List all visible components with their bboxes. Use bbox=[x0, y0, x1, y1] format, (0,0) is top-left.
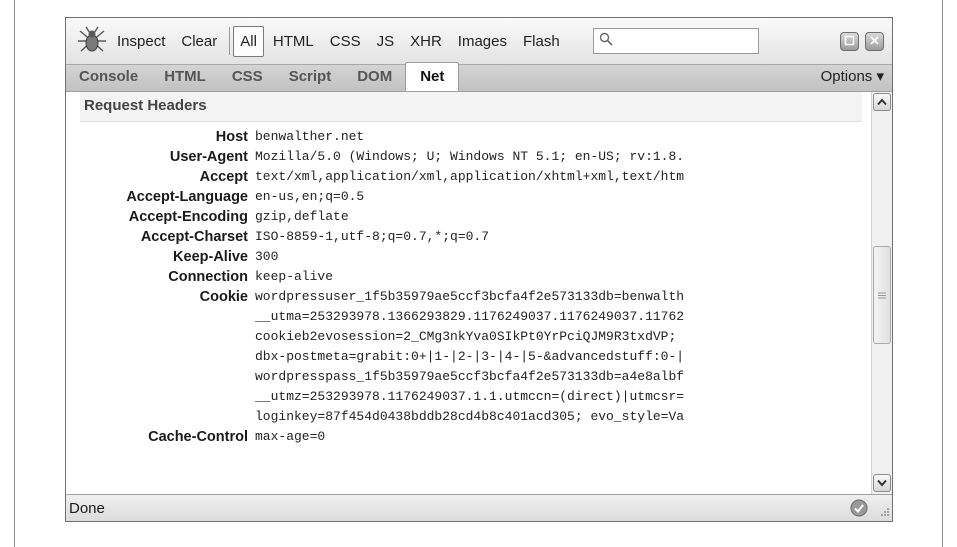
filter-js-button[interactable]: JS bbox=[370, 30, 402, 53]
vertical-scrollbar[interactable] bbox=[871, 92, 892, 494]
header-row: User-Agent Mozilla/5.0 (Windows; U; Windo… bbox=[80, 147, 862, 167]
header-value: ISO-8859-1,utf-8;q=0.7,*;q=0.7 bbox=[255, 229, 490, 244]
header-value: en-us,en;q=0.5 bbox=[255, 189, 365, 204]
header-value: loginkey=87f454d0438bddb28cd4b8c401acd30… bbox=[255, 409, 685, 424]
header-row: loginkey=87f454d0438bddb28cd4b8c401acd30… bbox=[80, 407, 862, 427]
header-row: Cache-Control max-age=0 bbox=[80, 427, 862, 447]
tab-console[interactable]: Console bbox=[66, 68, 151, 91]
header-row: cookieb2evosession=2_CMg3nkYva0SIkPt0YrP… bbox=[80, 327, 862, 347]
header-row: __utmz=253293978.1176249037.1.1.utmccn=(… bbox=[80, 387, 862, 407]
header-value: dbx-postmeta=grabit:0+|1-|2-|3-|4-|5-&ad… bbox=[255, 349, 685, 364]
header-row: Cookie wordpressuser_1f5b35979ae5ccf3bcfa… bbox=[80, 287, 862, 307]
header-name: Accept-Language bbox=[126, 189, 248, 205]
search-input[interactable] bbox=[592, 28, 759, 54]
filter-flash-button[interactable]: Flash bbox=[516, 30, 567, 53]
grip-lines-icon bbox=[878, 286, 886, 304]
headers-list: Host benwalther.net User-Agent Mozilla/5.0 … bbox=[80, 127, 862, 493]
toolbar-separator bbox=[229, 27, 231, 55]
header-row: Accept-Encoding gzip,deflate bbox=[80, 207, 862, 227]
detach-button[interactable] bbox=[840, 31, 859, 51]
header-row: Accept-Charset ISO-8859-1,utf-8;q=0.7,*;q… bbox=[80, 227, 862, 247]
header-row: wordpresspass_1f5b35979ae5ccf3bcfa4f2e57… bbox=[80, 367, 862, 387]
header-name bbox=[80, 407, 255, 427]
header-row: Host benwalther.net bbox=[80, 127, 862, 147]
clear-button[interactable]: Clear bbox=[174, 30, 224, 53]
chevron-up-icon bbox=[877, 93, 887, 111]
firebug-window: Inspect Clear All HTML CSS JS XHR Images… bbox=[65, 17, 893, 522]
header-name bbox=[80, 367, 255, 387]
panel-tabs: Console HTML CSS Script DOM Net Options … bbox=[66, 62, 892, 92]
tab-script[interactable]: Script bbox=[276, 68, 345, 91]
status-text: Done bbox=[69, 499, 105, 517]
filter-xhr-button[interactable]: XHR bbox=[403, 30, 449, 53]
filter-all-button[interactable]: All bbox=[233, 25, 264, 57]
header-name: Host bbox=[215, 129, 248, 145]
header-name bbox=[80, 347, 255, 367]
scroll-thumb[interactable] bbox=[873, 246, 891, 344]
filter-html-button[interactable]: HTML bbox=[266, 30, 321, 53]
toolbar: Inspect Clear All HTML CSS JS XHR Images… bbox=[66, 18, 892, 64]
header-name: User-Agent bbox=[169, 149, 248, 165]
header-row: dbx-postmeta=grabit:0+|1-|2-|3-|4-|5-&ad… bbox=[80, 347, 862, 367]
header-row: __utma=253293978.1366293829.1176249037.1… bbox=[80, 307, 862, 327]
filter-css-button[interactable]: CSS bbox=[323, 30, 368, 53]
header-name bbox=[80, 387, 255, 407]
header-value: benwalther.net bbox=[255, 129, 365, 144]
header-value: keep-alive bbox=[255, 269, 334, 284]
header-row: Keep-Alive 300 bbox=[80, 247, 862, 267]
header-value: Mozilla/5.0 (Windows; U; Windows NT 5.1;… bbox=[255, 149, 685, 164]
header-name: Cache-Control bbox=[148, 429, 248, 445]
header-name: Keep-Alive bbox=[173, 249, 248, 265]
net-panel: Request Headers Host benwalther.net User-A… bbox=[66, 92, 892, 494]
close-button[interactable] bbox=[865, 31, 884, 51]
header-name: Accept-Encoding bbox=[128, 209, 248, 225]
header-name bbox=[80, 327, 255, 347]
header-value: gzip,deflate bbox=[255, 209, 349, 224]
filter-images-button[interactable]: Images bbox=[451, 30, 514, 53]
header-name: Accept-Charset bbox=[140, 229, 248, 245]
header-value: text/xml,application/xml,application/xht… bbox=[255, 169, 685, 184]
header-name bbox=[80, 307, 255, 327]
header-value: __utmz=253293978.1176249037.1.1.utmccn=(… bbox=[255, 389, 685, 404]
header-value: cookieb2evosession=2_CMg3nkYva0SIkPt0YrP… bbox=[255, 329, 677, 344]
header-row: Accept-Language en-us,en;q=0.5 bbox=[80, 187, 862, 207]
header-name: Cookie bbox=[199, 289, 248, 305]
header-value: 300 bbox=[255, 249, 279, 264]
header-row: Connection keep-alive bbox=[80, 267, 862, 287]
options-menu[interactable]: Options ▾ bbox=[821, 67, 892, 91]
chevron-down-icon bbox=[877, 474, 887, 492]
resize-grip-icon[interactable] bbox=[876, 505, 890, 519]
tab-net[interactable]: Net bbox=[405, 62, 460, 91]
header-value: max-age=0 bbox=[255, 429, 326, 444]
header-value: wordpressuser_1f5b35979ae5ccf3bcfa4f2e57… bbox=[255, 289, 685, 304]
header-value: __utma=253293978.1366293829.1176249037.1… bbox=[255, 309, 685, 324]
status-bar: Done bbox=[66, 494, 892, 521]
header-name: Accept bbox=[199, 169, 248, 185]
firebug-icon[interactable] bbox=[74, 23, 110, 59]
check-icon[interactable] bbox=[850, 499, 868, 517]
scroll-down-button[interactable] bbox=[873, 474, 891, 492]
close-icon bbox=[869, 33, 880, 50]
scroll-up-button[interactable] bbox=[873, 93, 891, 111]
search-icon bbox=[599, 32, 613, 50]
inspect-button[interactable]: Inspect bbox=[110, 30, 172, 53]
detach-icon bbox=[844, 33, 855, 50]
tab-html[interactable]: HTML bbox=[151, 68, 219, 91]
header-value: wordpresspass_1f5b35979ae5ccf3bcfa4f2e57… bbox=[255, 369, 685, 384]
tab-dom[interactable]: DOM bbox=[344, 68, 405, 91]
header-name: Connection bbox=[168, 269, 248, 285]
section-title[interactable]: Request Headers bbox=[80, 92, 862, 122]
header-row: Accept text/xml,application/xml,applicati… bbox=[80, 167, 862, 187]
tab-css[interactable]: CSS bbox=[219, 68, 276, 91]
